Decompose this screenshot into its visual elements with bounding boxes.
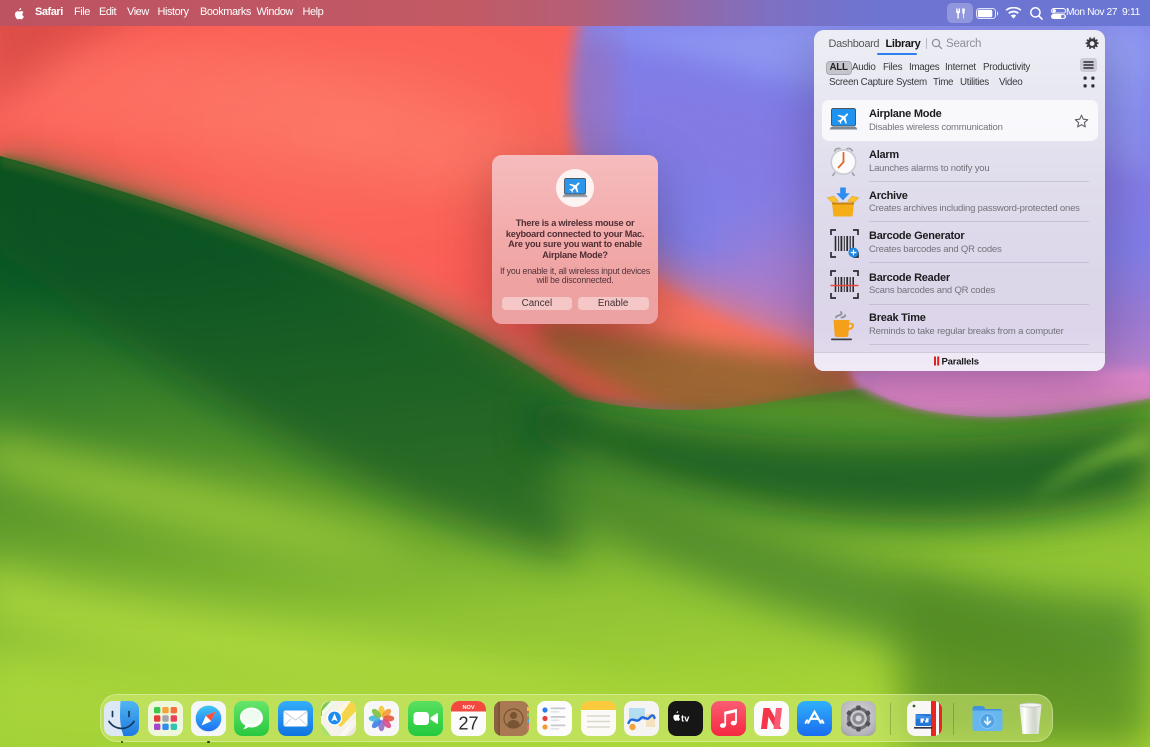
svg-text:tv: tv: [681, 714, 690, 725]
svg-text:Parallels: Parallels: [942, 356, 979, 366]
svg-text:27: 27: [458, 714, 478, 734]
svg-text:NOV: NOV: [462, 705, 474, 711]
